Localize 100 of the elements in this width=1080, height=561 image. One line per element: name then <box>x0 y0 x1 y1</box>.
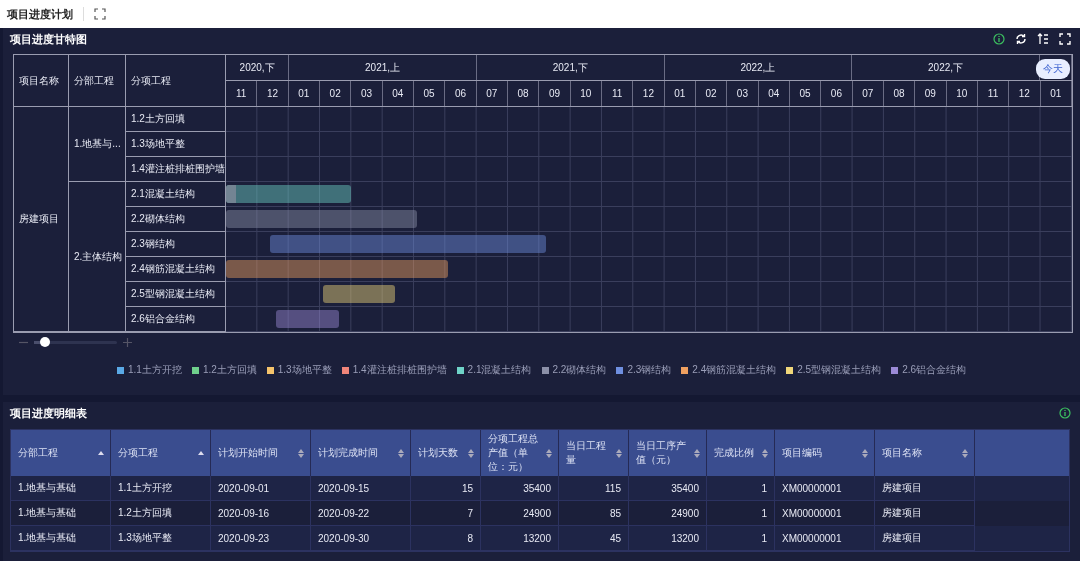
half-year-label: 2022,上 <box>740 60 776 75</box>
month-label: 11 <box>611 88 623 99</box>
sort-ascending-icon[interactable] <box>98 451 104 455</box>
table-cell: 2020-09-23 <box>218 532 270 544</box>
table-cell: 15 <box>461 482 473 494</box>
table-cell: 2020-09-22 <box>318 507 370 519</box>
table-cell: 1.地基与基础 <box>18 531 77 545</box>
sort-icon[interactable] <box>694 448 700 458</box>
month-label: 10 <box>580 88 592 99</box>
table-cell: 115 <box>605 482 621 494</box>
month-label: 09 <box>548 88 560 99</box>
sort-icon[interactable] <box>762 448 768 458</box>
table-row[interactable]: 1.地基与基础 1.1土方开挖 2020-09-01 2020-09-15 15 35400 115 35400 1 XM00000001 房建项目 <box>11 476 1069 501</box>
table-cell: 1.2土方回填 <box>118 506 172 520</box>
table-cell: 85 <box>609 507 621 519</box>
legend-label[interactable]: 1.2土方回填 <box>202 363 257 377</box>
group-name: 2.主体结构 <box>74 249 123 264</box>
sort-icon[interactable] <box>468 448 474 458</box>
group-name: 1.地基与... <box>74 137 121 151</box>
column-header: 项目名称 <box>19 73 59 88</box>
task-name: 1.2土方回填 <box>131 112 185 126</box>
sort-icon[interactable] <box>546 448 552 458</box>
month-label: 04 <box>392 88 404 99</box>
table-row[interactable]: 1.地基与基础 1.3场地平整 2020-09-23 2020-09-30 8 13200 45 13200 1 XM00000001 房建项目 <box>11 526 1069 551</box>
month-label: 12 <box>1018 88 1030 99</box>
legend-label[interactable]: 2.3钢结构 <box>627 363 672 377</box>
legend-label[interactable]: 2.1混凝土结构 <box>467 363 532 377</box>
legend-label[interactable]: 1.4灌注桩排桩围护墙 <box>352 363 447 377</box>
table-cell: 1 <box>761 482 767 494</box>
month-label: 02 <box>705 88 717 99</box>
table-cell: 房建项目 <box>882 481 922 495</box>
legend-label[interactable]: 1.3场地平整 <box>277 363 332 377</box>
month-label: 07 <box>862 88 874 99</box>
table-cell: XM00000001 <box>782 507 842 519</box>
table-cell: 24900 <box>671 507 699 519</box>
half-year-label: 2020,下 <box>239 60 275 75</box>
month-label: 11 <box>987 88 999 99</box>
zoom-in-icon[interactable] <box>123 337 132 347</box>
legend-label[interactable]: 2.2砌体结构 <box>552 363 607 377</box>
table-cell: 2020-09-15 <box>318 482 370 494</box>
month-label: 10 <box>956 88 968 99</box>
task-name: 1.3场地平整 <box>131 137 185 151</box>
task-name: 2.2砌体结构 <box>131 212 185 226</box>
table-cell: XM00000001 <box>782 532 842 544</box>
month-label: 06 <box>830 88 842 99</box>
panel-title: 项目进度甘特图 <box>10 31 87 47</box>
task-name: 1.4灌注桩排桩围护墙 <box>131 162 225 176</box>
legend-label[interactable]: 2.6铝合金结构 <box>902 363 967 377</box>
table-cell: 2020-09-01 <box>218 482 270 494</box>
table-cell: 1.3场地平整 <box>118 531 172 545</box>
table-cell: 13200 <box>523 532 551 544</box>
table-cell: 24900 <box>523 507 551 519</box>
month-label: 07 <box>486 88 498 99</box>
column-header: 分部工程 <box>74 73 114 88</box>
month-label: 01 <box>298 88 310 99</box>
month-label: 05 <box>423 88 435 99</box>
refresh-icon[interactable] <box>1015 33 1027 45</box>
month-label: 03 <box>736 88 748 99</box>
table-cell: 1 <box>761 507 767 519</box>
task-name: 2.3钢结构 <box>131 237 175 251</box>
task-name: 2.5型钢混凝土结构 <box>131 287 215 301</box>
table-cell: 7 <box>467 507 473 519</box>
month-label: 09 <box>924 88 936 99</box>
month-label: 08 <box>893 88 905 99</box>
column-header: 分项工程 <box>131 73 171 88</box>
page-title: 项目进度计划 <box>7 6 73 22</box>
month-label: 03 <box>360 88 373 99</box>
month-label: 01 <box>674 88 686 99</box>
month-label: 02 <box>329 88 341 99</box>
info-icon[interactable] <box>1059 407 1071 419</box>
table-cell: 房建项目 <box>882 506 922 520</box>
today-button[interactable]: 今天 <box>1036 59 1070 79</box>
month-label: 12 <box>266 88 279 99</box>
legend-label[interactable]: 2.5型钢混凝土结构 <box>797 363 882 377</box>
half-year-label: 2021,上 <box>365 60 401 75</box>
table-cell: 1 <box>761 532 767 544</box>
month-label: 06 <box>454 88 466 99</box>
sort-ascending-icon[interactable] <box>198 451 204 455</box>
sort-icon[interactable] <box>862 448 868 458</box>
sort-icon[interactable] <box>298 448 304 458</box>
table-cell: 2020-09-16 <box>218 507 270 519</box>
sort-icon[interactable] <box>398 448 404 458</box>
task-name: 2.4钢筋混凝土结构 <box>131 262 215 276</box>
half-year-label: 2021,下 <box>552 60 588 75</box>
table-cell: 1.1土方开挖 <box>118 481 172 495</box>
table-cell: 8 <box>467 532 473 544</box>
info-icon[interactable] <box>993 33 1005 45</box>
legend-label[interactable]: 1.1土方开挖 <box>127 363 182 377</box>
table-cell: 13200 <box>671 532 699 544</box>
table-cell: 房建项目 <box>882 531 922 545</box>
task-name: 2.1混凝土结构 <box>131 187 195 201</box>
legend-label[interactable]: 2.4钢筋混凝土结构 <box>692 363 777 377</box>
sort-icon[interactable] <box>616 448 622 458</box>
sort-list-icon[interactable] <box>1037 33 1049 45</box>
table-cell: 1.地基与基础 <box>18 506 77 520</box>
sort-icon[interactable] <box>962 448 968 458</box>
table-cell: 1.地基与基础 <box>18 481 77 495</box>
gantt-bar[interactable] <box>323 285 396 303</box>
table-cell: 45 <box>609 532 621 544</box>
month-label: 05 <box>799 88 811 99</box>
